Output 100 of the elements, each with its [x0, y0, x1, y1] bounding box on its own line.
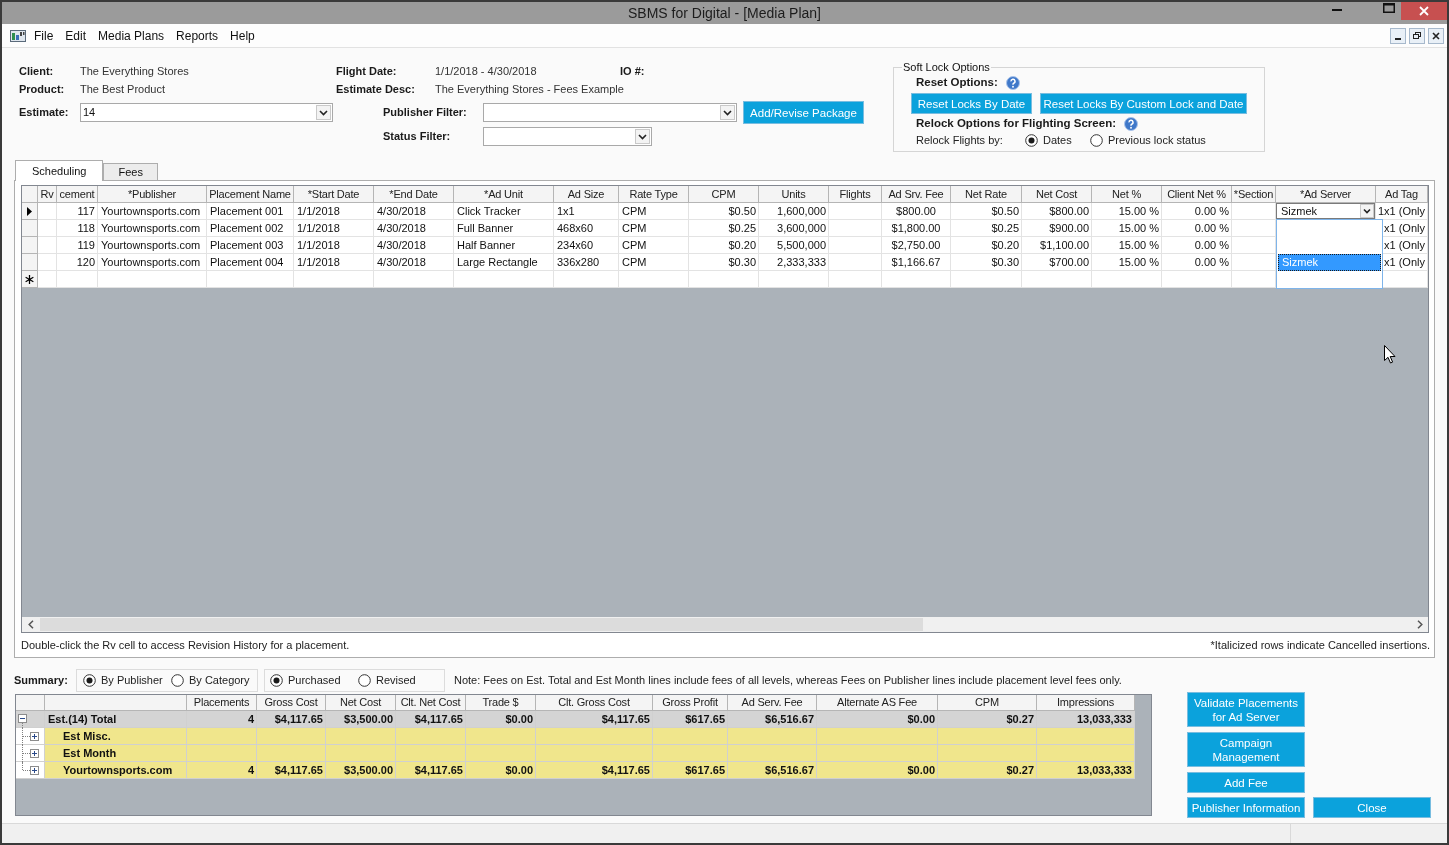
help-icon[interactable]: [1005, 76, 1020, 90]
help-icon[interactable]: [1124, 117, 1138, 131]
field-value: 1/1/2018 - 4/30/2018: [435, 63, 537, 79]
table-cell: $0.00: [817, 711, 938, 728]
radio-button[interactable]: Revised: [358, 671, 416, 689]
tab[interactable]: Scheduling: [15, 160, 104, 181]
table-cell: $3,500.00: [326, 711, 396, 728]
table-cell: [1022, 271, 1092, 288]
field-label: Estimate Desc:: [336, 81, 415, 97]
column-header: Gross Profit: [653, 695, 728, 711]
close-icon[interactable]: [1428, 27, 1444, 44]
table-cell: [759, 271, 829, 288]
minus-box-icon[interactable]: [18, 714, 27, 723]
row-label: Est Month: [45, 745, 187, 762]
radio-icon[interactable]: [171, 673, 184, 687]
column-header: *Publisher: [98, 186, 207, 203]
column-header: *Ad Unit: [454, 186, 554, 203]
chevron-down-icon[interactable]: [1360, 204, 1374, 218]
scrollbar-thumb[interactable]: [40, 618, 923, 631]
radio-icon[interactable]: [270, 673, 283, 687]
table-cell: [882, 271, 951, 288]
table-cell: [326, 745, 396, 762]
chevron-left-icon[interactable]: [27, 620, 34, 629]
table-cell: $4,117.65: [536, 711, 653, 728]
column-header: Rate Type: [619, 186, 689, 203]
column-header: Flights: [829, 186, 882, 203]
chevron-down-icon[interactable]: [720, 105, 735, 120]
table-cell: $4,117.65: [396, 762, 466, 779]
radio-button[interactable]: Purchased: [270, 671, 341, 689]
table-cell: $0.00: [817, 762, 938, 779]
radio-button[interactable]: By Category: [171, 671, 250, 689]
radio-icon[interactable]: [83, 673, 96, 687]
table-cell: $4,117.65: [257, 711, 326, 728]
column-header: Trade $: [466, 695, 536, 711]
menu-item[interactable]: Edit: [59, 25, 93, 46]
row-header[interactable]: [22, 203, 38, 220]
field-label: Summary:: [14, 672, 68, 688]
column-header: Net Cost: [1022, 186, 1092, 203]
column-header: Net Rate: [951, 186, 1022, 203]
column-header: Clt. Net Cost: [396, 695, 466, 711]
column-header: CPM: [689, 186, 759, 203]
table-cell: [1092, 271, 1162, 288]
menu-item[interactable]: Reports: [170, 25, 225, 46]
radio-icon[interactable]: [1090, 133, 1103, 147]
table-cell: [619, 271, 689, 288]
section-label: Relock Options for Flighting Screen:: [916, 116, 1116, 132]
window-title: SBMS for Digital - [Media Plan]: [628, 4, 821, 23]
column-header: cement: [57, 186, 98, 203]
table-cell: [554, 271, 619, 288]
note-text: Note: Fees on Est. Total and Est Month lines include fees of all levels, whereas Fees on Publisher lines include placement level fees only.: [454, 672, 1122, 688]
hint-text: Double-click the Rv cell to access Revision History for a placement.: [21, 637, 350, 653]
asterisk-icon: [25, 274, 34, 284]
column-header: Alternate AS Fee: [817, 695, 938, 711]
row-label: Est.(14) Total: [45, 711, 187, 728]
table-cell: $0.27: [938, 711, 1037, 728]
table-cell: $0.27: [938, 762, 1037, 779]
chevron-down-icon[interactable]: [316, 105, 331, 120]
column-header: *Section: [1232, 186, 1276, 203]
radio-icon[interactable]: [358, 673, 371, 687]
radio-icon[interactable]: [1025, 133, 1038, 147]
radio-button[interactable]: By Publisher: [83, 671, 163, 689]
radio-button[interactable]: Dates: [1025, 131, 1072, 149]
chevron-right-icon[interactable]: [1416, 620, 1423, 629]
menu-item[interactable]: File: [28, 25, 60, 46]
column-header: Net %: [1092, 186, 1162, 203]
restore-icon[interactable]: [1409, 27, 1425, 44]
section-label: Reset Options:: [916, 75, 998, 91]
plus-box-icon[interactable]: [30, 732, 39, 741]
column-header: Gross Cost: [257, 695, 326, 711]
chevron-down-icon[interactable]: [635, 128, 650, 144]
minimize-icon[interactable]: [1390, 27, 1406, 44]
legend-note: *Italicized rows indicate Cancelled insertions.: [1210, 637, 1430, 653]
table-cell: $0.00: [466, 711, 536, 728]
plus-box-icon[interactable]: [30, 766, 39, 775]
estimate-dropdown[interactable]: 14: [80, 103, 333, 122]
table-cell: [466, 745, 536, 762]
field-label: Relock Flights by:: [916, 132, 1003, 148]
tab[interactable]: Fees: [103, 163, 158, 181]
column-header: Rv: [38, 186, 57, 203]
row-header[interactable]: [22, 271, 38, 288]
app-icon: [10, 29, 26, 42]
column-header: *Ad Server: [1276, 186, 1376, 203]
field-label: Estimate:: [19, 105, 69, 121]
column-header: Ad Serv. Fee: [728, 695, 817, 711]
maximize-icon[interactable]: [1383, 3, 1395, 13]
menu-item[interactable]: Help: [224, 25, 261, 46]
table-cell: 4: [187, 711, 257, 728]
field-label: Publisher Filter:: [383, 105, 467, 121]
row-label: Est Misc.: [45, 728, 187, 745]
radio-button[interactable]: Previous lock status: [1090, 131, 1206, 149]
menu-item[interactable]: Media Plans: [92, 25, 171, 46]
table-cell: [466, 728, 536, 745]
column-header: Placement Name: [207, 186, 294, 203]
field-value: The Everything Stores - Fees Example: [435, 81, 624, 97]
column-header: Client Net %: [1162, 186, 1232, 203]
group-title: Soft Lock Options: [902, 60, 991, 74]
table-cell: $4,117.65: [257, 762, 326, 779]
plus-box-icon[interactable]: [30, 749, 39, 758]
row-label: Yourtownsports.com: [45, 762, 187, 779]
ad-server-dropdown[interactable]: Sizmek: [1276, 203, 1375, 219]
